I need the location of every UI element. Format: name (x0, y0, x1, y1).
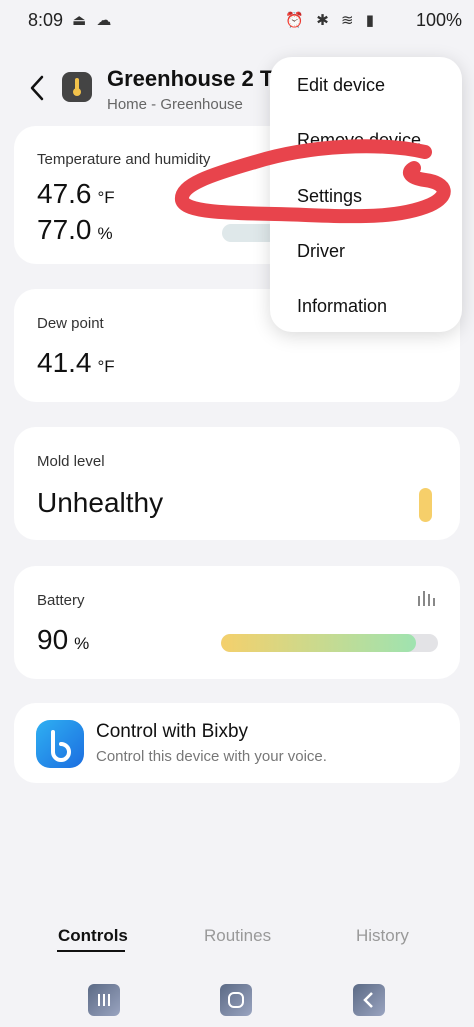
humidity-reading: 77.0% (37, 214, 113, 246)
battery-label: Battery (37, 592, 85, 609)
battery-value: 90 (37, 624, 69, 655)
humidity-unit: % (97, 224, 113, 243)
mold-level-card[interactable]: Mold level Unhealthy (14, 427, 460, 540)
tab-history[interactable]: History (356, 926, 409, 946)
menu-item-information[interactable]: Information (297, 296, 387, 317)
recent-apps-icon (98, 994, 110, 1006)
recent-apps-button[interactable] (88, 984, 120, 1016)
history-chart-icon[interactable] (416, 588, 438, 608)
battery-level-bar (221, 634, 438, 652)
humidity-value: 77.0 (37, 214, 92, 245)
page-title: Greenhouse 2 T (107, 66, 274, 91)
overflow-menu: Edit device Remove device Settings Drive… (270, 57, 462, 332)
menu-item-remove-device[interactable]: Remove device (297, 130, 421, 151)
menu-item-edit-device[interactable]: Edit device (297, 75, 385, 96)
bixby-logo-icon (36, 720, 84, 768)
battery-card[interactable]: Battery 90% (14, 566, 460, 679)
home-icon (228, 992, 244, 1008)
temperature-unit: °F (97, 188, 115, 207)
battery-reading: 90% (37, 624, 89, 656)
dew-point-value: 41.4 (37, 347, 92, 378)
chevron-left-icon (30, 75, 44, 101)
back-button[interactable] (24, 72, 52, 104)
thermometer-icon (62, 72, 92, 102)
dew-point-unit: °F (97, 357, 115, 376)
active-tab-underline (57, 950, 125, 952)
status-time: 8:09 (28, 10, 64, 30)
status-bar: 8:09 ⏏ ☁ ⏰ ✱ ≋ ▮ 100% (0, 0, 474, 42)
bixby-subtitle: Control this device with your voice. (96, 748, 327, 765)
dew-point-label: Dew point (37, 315, 104, 332)
system-nav-bar (0, 978, 474, 1027)
page-subtitle: Home - Greenhouse (107, 96, 243, 113)
system-icons: ⏰ ✱ ≋ ▮ (285, 12, 378, 29)
tab-routines[interactable]: Routines (204, 926, 271, 946)
battery-level-fill (221, 634, 417, 652)
temperature-reading: 47.6 °F (37, 178, 115, 210)
mold-level-label: Mold level (37, 453, 105, 470)
temperature-humidity-label: Temperature and humidity (37, 151, 211, 168)
temperature-value: 47.6 (37, 178, 92, 209)
battery-percentage: 100% (415, 10, 462, 30)
bixby-title: Control with Bixby (96, 721, 249, 742)
back-arrow-icon (363, 992, 373, 1008)
back-nav-button[interactable] (353, 984, 385, 1016)
menu-item-driver[interactable]: Driver (297, 241, 345, 262)
bottom-tabs: Controls Routines History (0, 918, 474, 968)
battery-unit: % (74, 634, 90, 653)
notification-icons: ⏏ ☁ (72, 12, 115, 29)
mold-level-indicator (419, 488, 432, 522)
mold-level-value: Unhealthy (37, 487, 164, 518)
home-button[interactable] (220, 984, 252, 1016)
menu-item-settings[interactable]: Settings (297, 186, 362, 207)
dew-point-reading: 41.4 °F (37, 347, 115, 379)
bixby-card[interactable]: Control with Bixby Control this device w… (14, 703, 460, 783)
tab-controls[interactable]: Controls (58, 926, 128, 946)
